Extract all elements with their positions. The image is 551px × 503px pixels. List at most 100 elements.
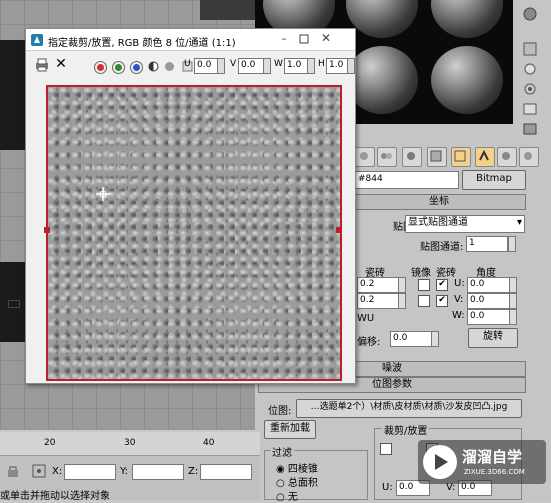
h-spinner[interactable] [347, 58, 355, 74]
channel-field[interactable]: 1 [466, 236, 508, 252]
u-label: U [184, 59, 191, 69]
get-material-icon[interactable] [355, 147, 375, 167]
put-to-scene-icon[interactable] [377, 147, 397, 167]
pick-material-icon[interactable] [519, 147, 539, 167]
angle-v-spinner[interactable] [509, 293, 517, 309]
scene-object[interactable] [200, 0, 260, 20]
green-channel-toggle[interactable] [112, 61, 125, 74]
clear-icon[interactable]: ✕ [54, 56, 68, 72]
background-icon[interactable] [520, 60, 540, 78]
app-icon [30, 33, 44, 47]
tiling-v-field[interactable]: 0.2 [357, 293, 401, 309]
angle-w-field[interactable]: 0.0 [467, 309, 511, 325]
go-forward-sibling-icon[interactable] [497, 147, 517, 167]
channel-spinner[interactable] [508, 236, 516, 252]
mapping-value: 显式贴图通道 [408, 217, 468, 228]
bitmap-label: 位图: [268, 406, 292, 417]
chevron-down-icon: ▾ [516, 217, 522, 228]
watermark-logo-icon [422, 444, 458, 480]
angle-w-label: W: [452, 310, 465, 321]
crop-title: 裁剪/放置 [382, 422, 430, 437]
red-channel-toggle[interactable] [94, 61, 107, 74]
watermark: 溜溜自学 ZIXUE.3D66.COM [418, 440, 546, 484]
monochrome-icon[interactable] [164, 61, 175, 72]
crop-handle[interactable] [336, 227, 342, 233]
blue-channel-toggle[interactable] [130, 61, 143, 74]
angle-u-spinner[interactable] [509, 277, 517, 293]
close-icon[interactable]: ✕ [318, 32, 334, 46]
maximize-icon[interactable] [296, 33, 312, 47]
map-type-button[interactable]: Bitmap [462, 170, 526, 190]
angle-u-field[interactable]: 0.0 [467, 277, 511, 293]
tiling-v-spinner[interactable] [398, 293, 406, 309]
options-icon[interactable] [520, 80, 540, 98]
ruler-label: 30 [124, 438, 136, 448]
filter-title: 过滤 [270, 444, 294, 459]
mapping-dropdown[interactable]: 显式贴图通道 ▾ [405, 215, 525, 233]
make-preview-icon[interactable] [520, 120, 540, 138]
angle-v-field[interactable]: 0.0 [467, 293, 511, 309]
go-to-parent-icon[interactable] [475, 147, 495, 167]
assign-material-icon[interactable] [402, 147, 422, 167]
alpha-channel-icon[interactable] [148, 61, 159, 72]
y-label: Y: [120, 466, 129, 477]
z-label: Z: [188, 466, 199, 477]
watermark-brand: 溜溜自学 [462, 448, 523, 466]
reload-button[interactable]: 重新加载 [264, 420, 316, 439]
filter-none-label: 无 [287, 492, 298, 503]
blur-offset-spinner[interactable] [431, 331, 439, 347]
dialog-toolbar: ✕ U 0.0 V 0.0 W 1.0 H 1.0 [26, 51, 355, 81]
tiling-u-field[interactable]: 0.2 [357, 277, 401, 293]
tile-header: 瓷砖 [436, 268, 456, 279]
dialog-title-bar[interactable]: 指定裁剪/放置, RGB 颜色 8 位/通道 (1:1) – ✕ [26, 29, 355, 51]
x-coordinate-field[interactable] [64, 464, 116, 480]
show-map-in-viewport-icon[interactable] [451, 147, 471, 167]
v-spinner[interactable] [263, 58, 271, 74]
scene-object [8, 300, 20, 308]
w-label: W [274, 59, 283, 69]
tiling-u-spinner[interactable] [398, 277, 406, 293]
video-check-icon[interactable] [520, 100, 540, 118]
ruler-label: 40 [203, 438, 215, 448]
tile-v-checkbox[interactable]: ✔ [436, 295, 448, 307]
mirror-u-checkbox[interactable] [418, 279, 430, 291]
minimize-icon[interactable]: – [276, 33, 292, 47]
tile-u-checkbox[interactable]: ✔ [436, 279, 448, 291]
map-name-field[interactable]: #844 [355, 171, 459, 189]
crop-u-label: U: [382, 482, 393, 493]
h-label: H [318, 59, 325, 69]
coordinates-rollout-header[interactable]: 坐标 [352, 194, 526, 210]
time-ruler[interactable]: 20 30 40 [0, 432, 260, 456]
w-spinner[interactable] [307, 58, 315, 74]
channel-label: 贴图通道: [420, 242, 464, 253]
mirror-v-checkbox[interactable] [418, 295, 430, 307]
crop-placement-dialog[interactable]: 指定裁剪/放置, RGB 颜色 8 位/通道 (1:1) – ✕ ✕ U 0.0… [25, 28, 356, 384]
y-coordinate-field[interactable] [132, 464, 184, 480]
blur-offset-field[interactable]: 0.0 [390, 331, 434, 347]
v-field[interactable]: 0.0 [238, 58, 266, 74]
print-icon[interactable] [34, 57, 50, 73]
scene-object[interactable] [0, 40, 25, 150]
material-slot[interactable] [423, 44, 513, 124]
crop-handle[interactable] [44, 227, 50, 233]
z-coordinate-field[interactable] [200, 464, 252, 480]
backlight-icon[interactable] [520, 40, 540, 58]
absolute-mode-icon[interactable] [32, 464, 46, 478]
v-label: V [230, 59, 237, 69]
sample-type-icon[interactable] [520, 5, 540, 23]
reset-map-icon[interactable] [427, 147, 447, 167]
filter-none-radio[interactable]: ○ 无 [276, 488, 298, 503]
angle-v-label: V: [454, 294, 464, 305]
image-canvas[interactable] [44, 85, 342, 381]
u-spinner[interactable] [217, 58, 225, 74]
bitmap-path-button[interactable]: …选题单2个）\材质\皮材质\材质\沙发皮凹凸.jpg [296, 399, 522, 418]
filter-summed-radio[interactable]: ○ 总面积 [276, 474, 318, 489]
dialog-title: 指定裁剪/放置, RGB 颜色 8 位/通道 (1:1) [48, 38, 236, 49]
angle-u-label: U: [454, 278, 465, 289]
rotate-button[interactable]: 旋转 [468, 328, 518, 348]
angle-w-spinner[interactable] [509, 309, 517, 325]
apply-checkbox[interactable] [380, 443, 392, 455]
selection-lock-icon[interactable] [6, 464, 20, 478]
blur-offset-label: 偏移: [357, 337, 381, 348]
filter-pyramidal-radio[interactable]: ◉ 四棱锥 [276, 460, 318, 475]
